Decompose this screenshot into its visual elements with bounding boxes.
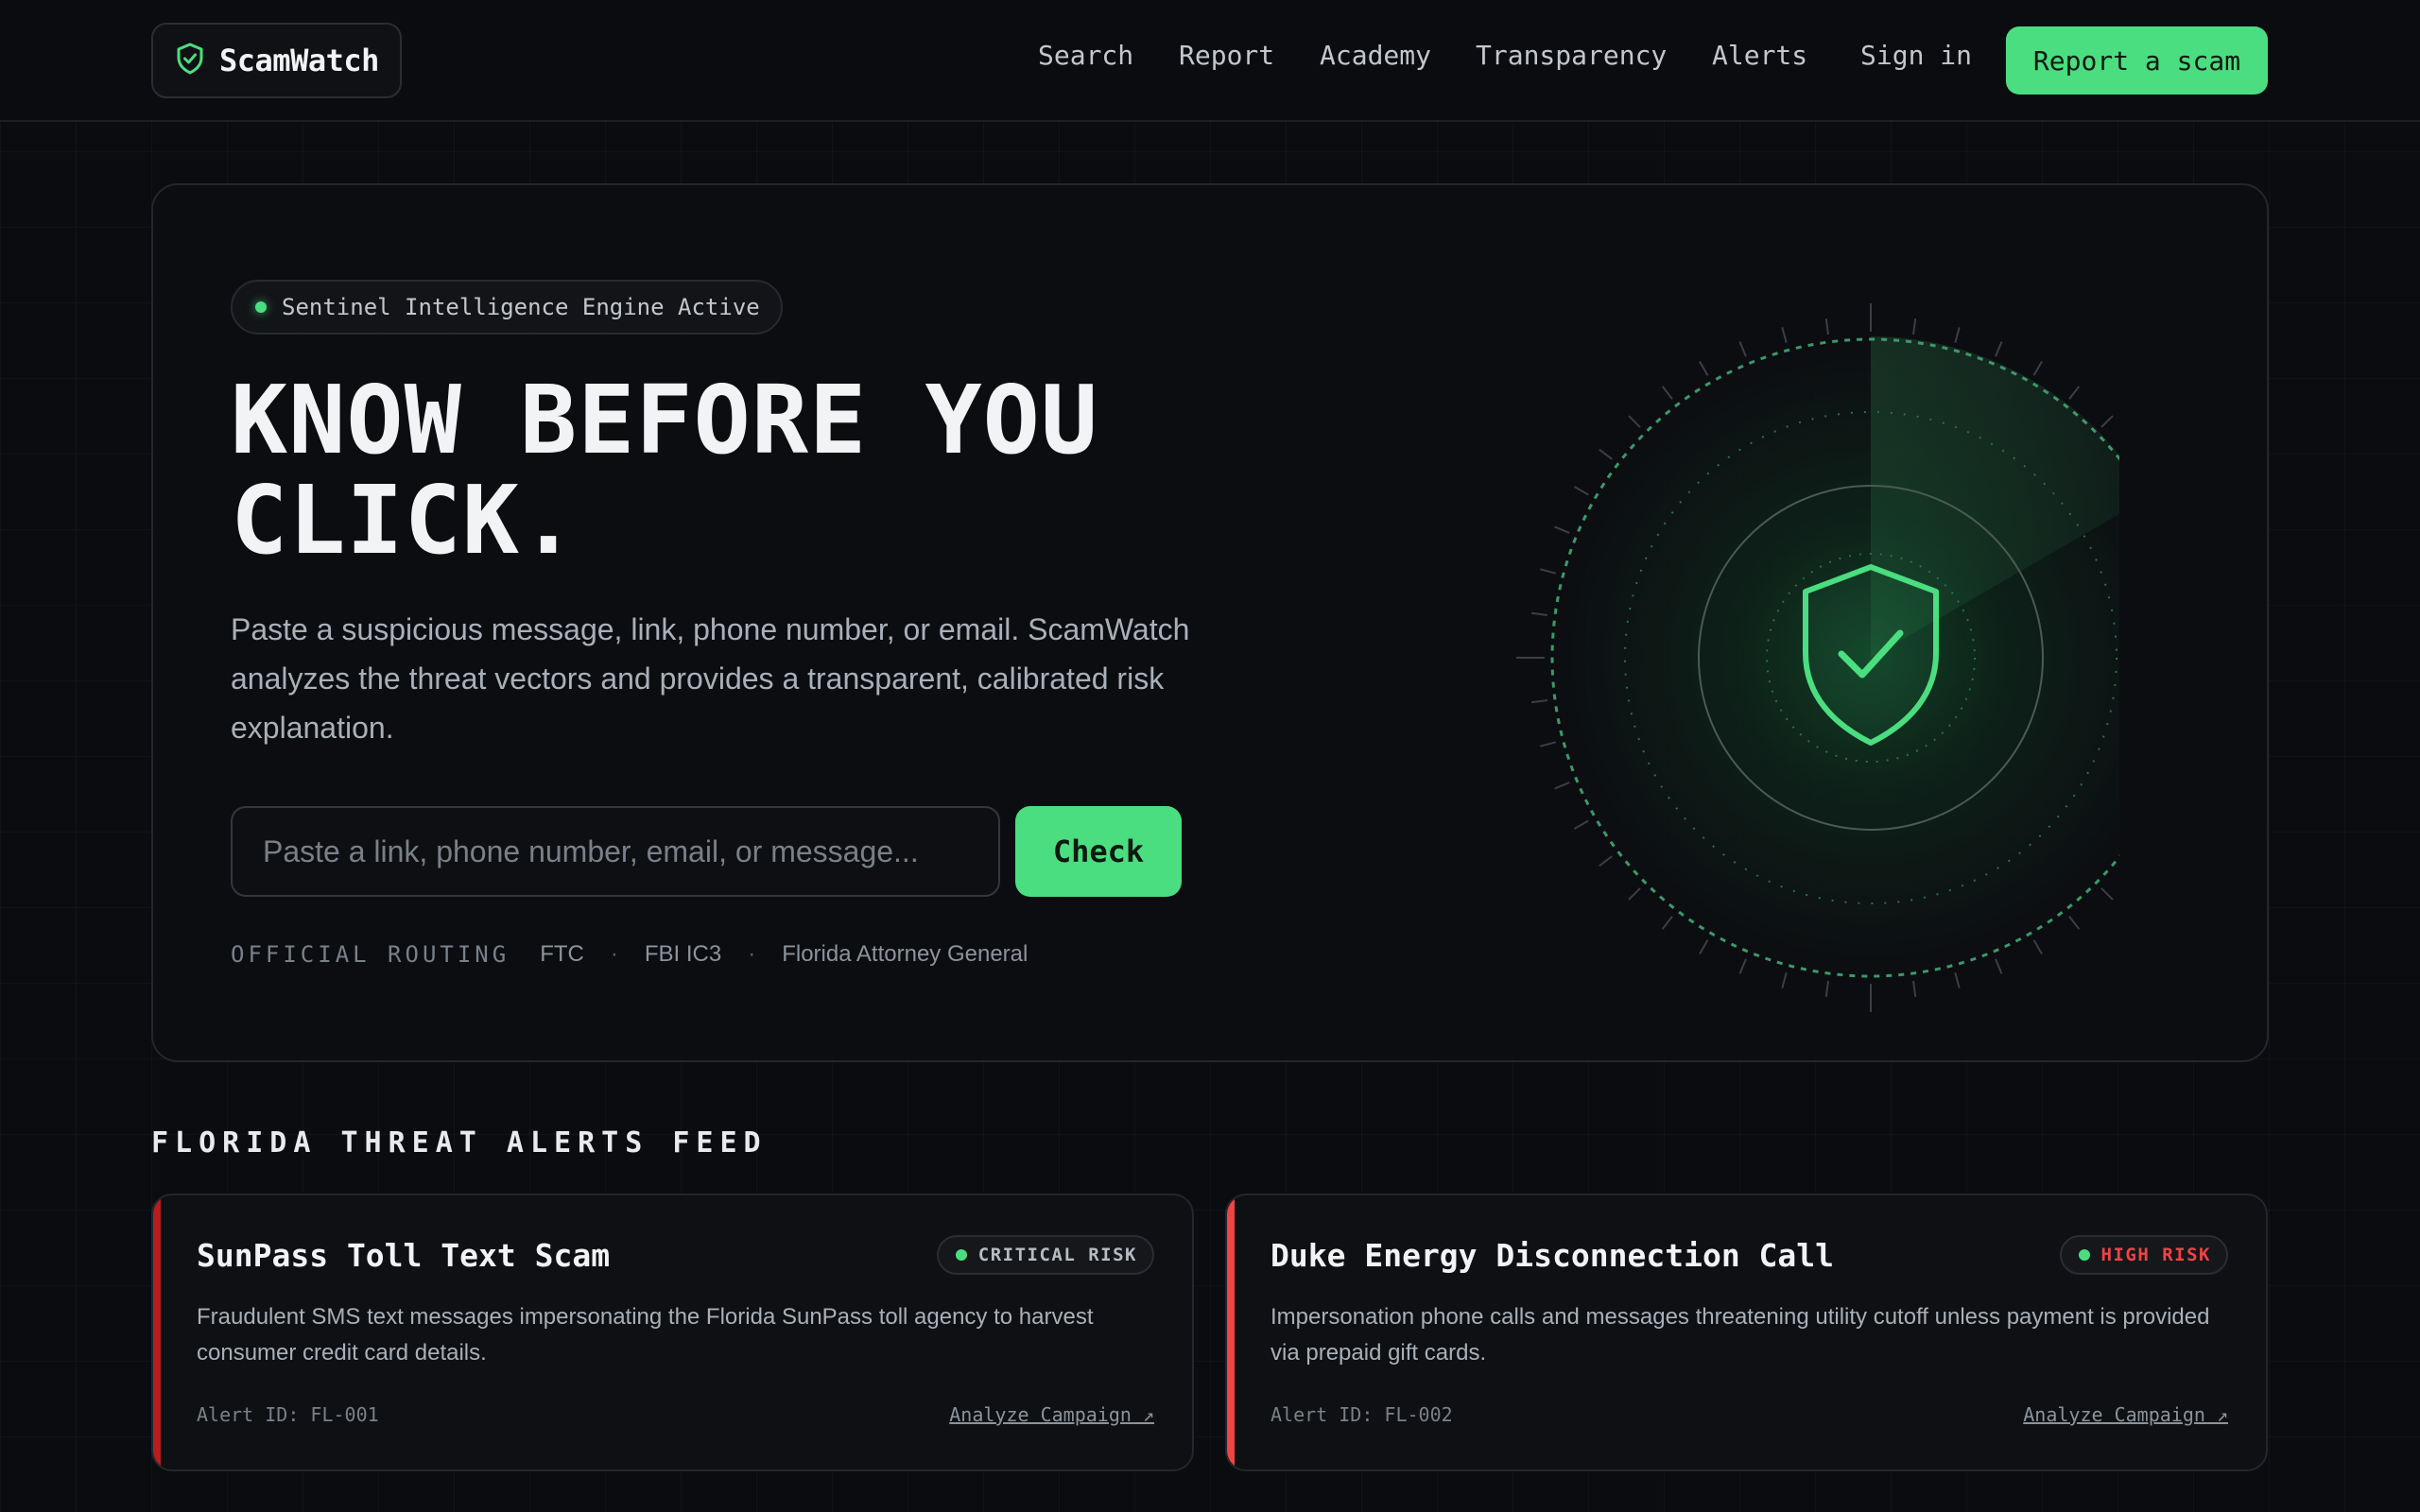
sign-in-link[interactable]: Sign in (1860, 40, 1972, 71)
alert-card-fl-001[interactable]: SunPass Toll Text Scam CRITICAL RISK Fra… (151, 1194, 1194, 1471)
risk-label: HIGH RISK (2100, 1245, 2211, 1265)
radar-tick (1599, 448, 1613, 460)
routing-florida-ag: Florida Attorney General (782, 941, 1028, 967)
radar-tick (1912, 318, 1917, 335)
radar-tick (1554, 525, 1570, 534)
radar-tick (1699, 939, 1709, 955)
radar-tick (1530, 611, 1548, 616)
report-scam-button[interactable]: Report a scam (2006, 26, 2268, 94)
routing-ftc: FTC (540, 941, 584, 967)
logo-text: ScamWatch (219, 43, 379, 78)
nav-report[interactable]: Report (1179, 40, 1274, 71)
logo[interactable]: ScamWatch (151, 23, 402, 98)
radar-tick (1781, 971, 1788, 988)
radar-tick (1995, 341, 2003, 357)
official-routing: OFFICIAL ROUTING FTC · FBI IC3 · Florida… (231, 936, 1028, 973)
radar-tick (1661, 386, 1673, 400)
radar-tick (2068, 916, 2081, 930)
radar-tick (1781, 327, 1788, 344)
routing-fbi-ic3: FBI IC3 (644, 941, 722, 967)
nav-academy[interactable]: Academy (1320, 40, 1431, 71)
routing-label: OFFICIAL ROUTING (231, 941, 510, 968)
radar-tick (1599, 855, 1613, 868)
alert-title: Duke Energy Disconnection Call (1270, 1237, 1835, 1274)
radar-tick (1995, 958, 2003, 974)
radar-tick (1573, 819, 1589, 830)
alert-description: Fraudulent SMS text messages impersonati… (197, 1304, 1094, 1366)
shield-check-icon (176, 43, 204, 79)
alert-id: Alert ID: FL-001 (197, 1403, 379, 1426)
radar-tick (1540, 568, 1557, 575)
radar-graphic (1516, 303, 2119, 1012)
radar-tick (2100, 887, 2114, 901)
radar-tick (1530, 699, 1548, 704)
radar-tick (1540, 741, 1557, 747)
threat-search-input[interactable] (231, 806, 1000, 897)
engine-status-badge: Sentinel Intelligence Engine Active (231, 280, 783, 335)
radar-tick (1738, 958, 1747, 974)
radar-tick (1738, 341, 1747, 357)
alert-description: Impersonation phone calls and messages t… (1270, 1304, 2210, 1366)
risk-label: CRITICAL RISK (977, 1245, 1137, 1265)
check-button[interactable]: Check (1015, 806, 1182, 897)
radar-tick (1699, 360, 1709, 376)
risk-badge-critical: CRITICAL RISK (936, 1235, 1154, 1275)
analyze-campaign-link[interactable]: Analyze Campaign ↗ (949, 1403, 1154, 1426)
headline-line-2: CLICK. (231, 465, 579, 576)
engine-status-text: Sentinel Intelligence Engine Active (282, 294, 760, 320)
radar-tick (2068, 386, 2081, 400)
risk-dot (955, 1249, 967, 1261)
nav-transparency[interactable]: Transparency (1476, 40, 1667, 71)
hero-description: Paste a suspicious message, link, phone … (231, 612, 1190, 745)
radar-tick (1954, 327, 1961, 344)
radar-tick (1824, 318, 1829, 335)
radar-tick (1912, 980, 1917, 998)
risk-dot (2078, 1249, 2090, 1261)
headline-line-1: KNOW BEFORE YOU (231, 365, 1099, 475)
routing-separator: · (748, 941, 756, 967)
radar-tick (1824, 980, 1829, 998)
hero-headline: KNOW BEFORE YOU CLICK. (231, 370, 1270, 571)
radar-tick (1573, 486, 1589, 496)
status-dot (255, 301, 267, 313)
radar-tick (1628, 415, 1641, 428)
routing-separator: · (610, 941, 618, 967)
analyze-campaign-link[interactable]: Analyze Campaign ↗ (2023, 1403, 2228, 1426)
radar-tick (2032, 360, 2043, 376)
alert-card-fl-002[interactable]: Duke Energy Disconnection Call HIGH RISK… (1225, 1194, 2268, 1471)
top-navbar: ScamWatch Search Report Academy Transpar… (0, 0, 2420, 122)
risk-badge-high: HIGH RISK (2059, 1235, 2228, 1275)
radar-tick (1954, 971, 1961, 988)
radar-tick (1661, 916, 1673, 930)
nav-search[interactable]: Search (1038, 40, 1133, 71)
radar-tick (1628, 887, 1641, 901)
hero-card: Sentinel Intelligence Engine Active KNOW… (151, 183, 2269, 1062)
alerts-feed-title: FLORIDA THREAT ALERTS FEED (151, 1126, 768, 1160)
radar-tick (1554, 782, 1570, 790)
alert-title: SunPass Toll Text Scam (197, 1237, 611, 1274)
nav-alerts[interactable]: Alerts (1712, 40, 1807, 71)
radar-tick (2100, 415, 2114, 428)
radar-tick (2032, 939, 2043, 955)
alert-id: Alert ID: FL-002 (1270, 1403, 1453, 1426)
